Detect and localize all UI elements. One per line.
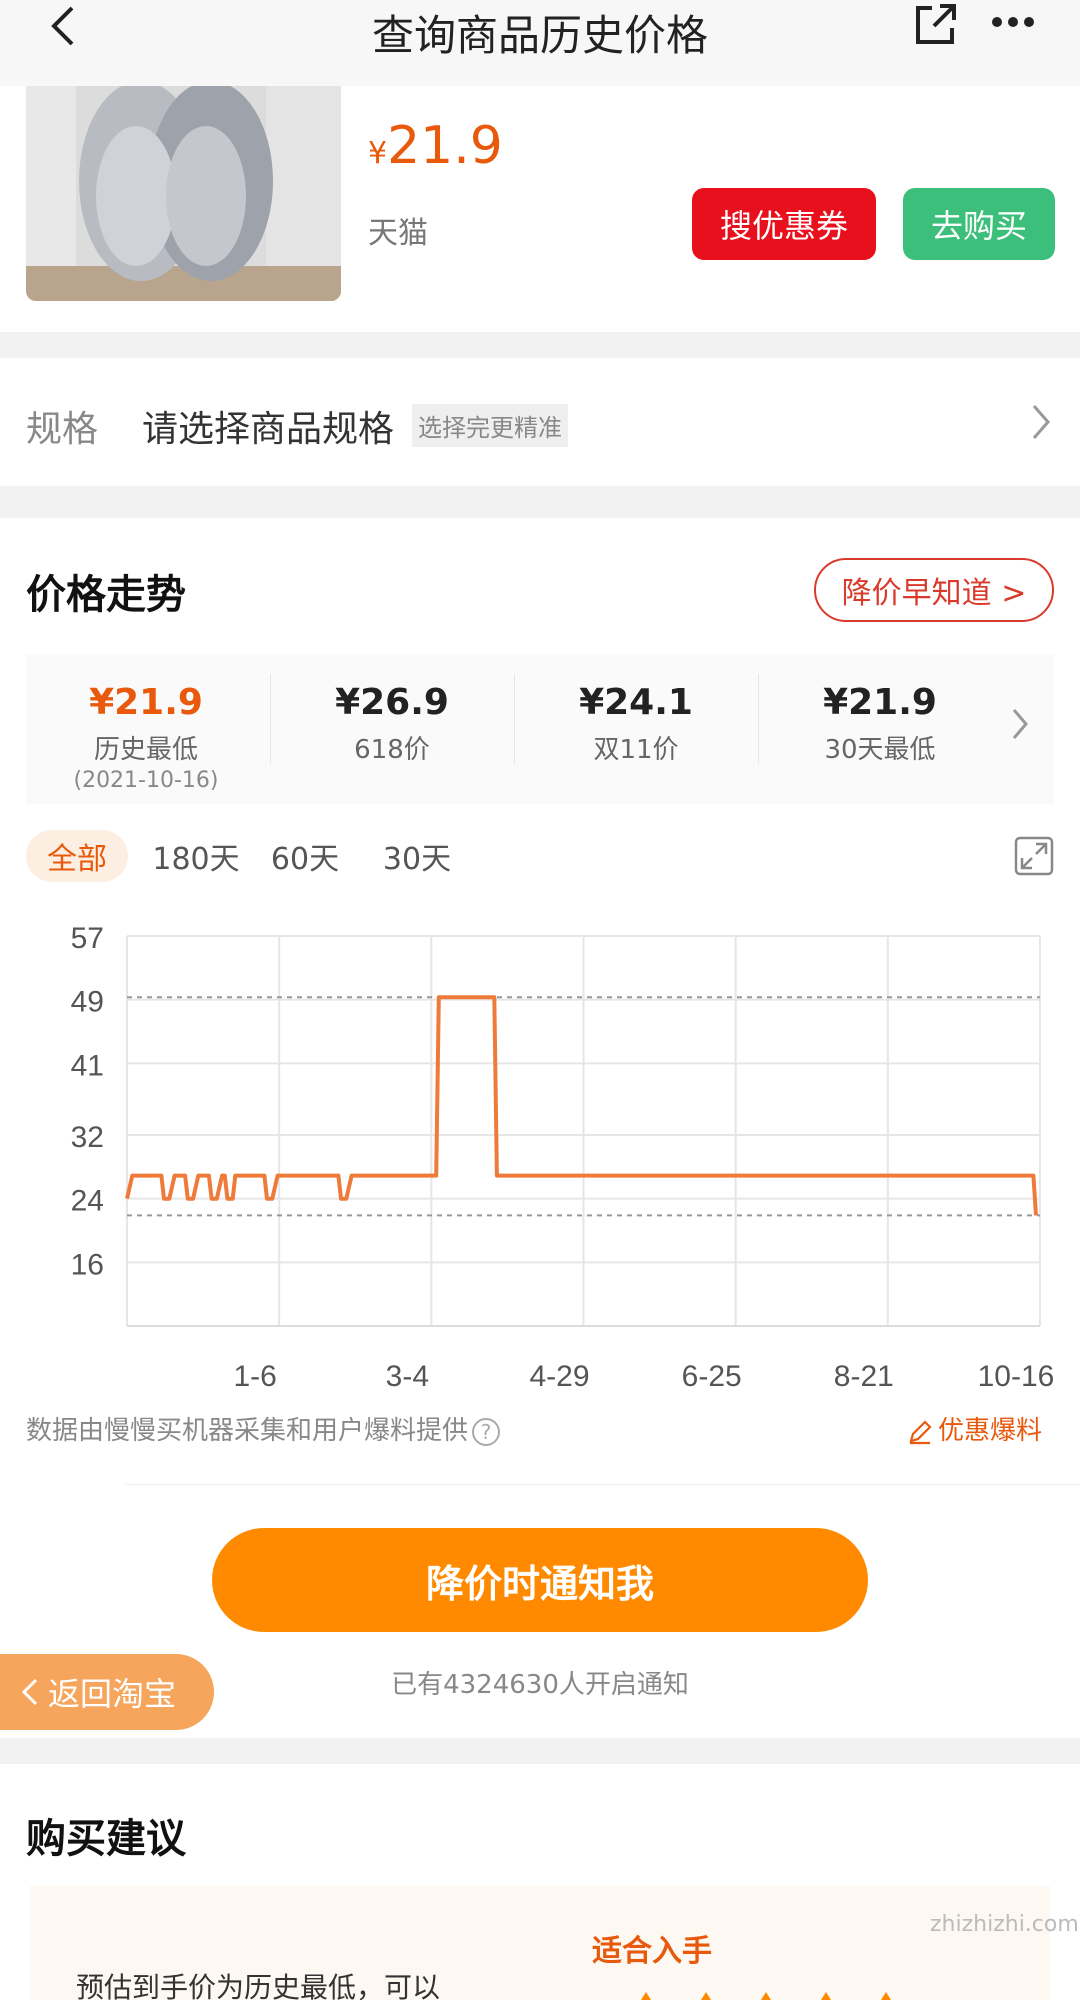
product-image[interactable] [26, 86, 341, 301]
stat-30day-low: ¥21.9 30天最低 [760, 654, 1000, 804]
top-nav-bar: 查询商品历史价格 [0, 0, 1080, 86]
buy-button[interactable]: 去购买 [903, 188, 1055, 260]
divider [126, 1484, 1080, 1485]
x-tick-label: 6-25 [682, 1360, 742, 1393]
stat-price: ¥21.9 [823, 682, 937, 723]
divider [514, 674, 515, 764]
stat-double11: ¥24.1 双11价 [516, 654, 756, 804]
watermark: zhizhizhi.com [930, 1912, 1079, 1937]
stat-lowest: ¥21.9 历史最低 (2021-10-16) [26, 654, 266, 804]
trend-title: 价格走势 [26, 572, 186, 618]
x-tick-label: 4-29 [529, 1360, 589, 1393]
pencil-icon [909, 1419, 932, 1444]
back-to-taobao-label: 返回淘宝 [48, 1675, 177, 1713]
purchase-advice-section: 购买建议 预估到手价为历史最低，可以 适合入手 [0, 1764, 1080, 2000]
report-deal-link[interactable]: 优惠爆料 [906, 1410, 1042, 1447]
stat-price: ¥26.9 [335, 682, 449, 723]
chevron-right-icon [1032, 405, 1050, 439]
y-tick-label: 16 [71, 1248, 104, 1281]
share-icon[interactable] [912, 2, 958, 48]
advice-card: 预估到手价为历史最低，可以 适合入手 [30, 1886, 1050, 2000]
rating-stars [641, 1992, 891, 2000]
y-tick-label: 41 [71, 1049, 104, 1082]
tab-60-days[interactable]: 60天 [260, 830, 350, 882]
stat-price: ¥21.9 [89, 682, 203, 723]
product-card: ¥21.9 天猫 搜优惠券 去购买 [0, 86, 1080, 332]
more-icon[interactable] [990, 10, 1036, 34]
x-tick-label: 10-16 [978, 1360, 1055, 1393]
stat-label: 历史最低 [93, 735, 198, 765]
x-tick-label: 3-4 [386, 1360, 429, 1393]
notify-price-drop-button[interactable]: 降价时通知我 [212, 1528, 868, 1632]
x-tick-label: 1-6 [233, 1360, 276, 1393]
price-history-page: 查询商品历史价格 ¥21.9 天猫 搜优惠券 去购买 规格 请选择商品规格 选择… [0, 0, 1080, 2000]
advice-tag: 适合入手 [592, 1934, 712, 1969]
price-trend-section: 价格走势 降价早知道 > ¥21.9 历史最低 (2021-10-16) ¥26… [0, 518, 1080, 1738]
help-icon[interactable]: ? [472, 1417, 501, 1446]
chevron-right-icon [1012, 709, 1028, 739]
spec-label: 规格 [26, 409, 99, 450]
tab-180-days[interactable]: 180天 [146, 830, 246, 882]
stat-label: 双11价 [593, 735, 679, 765]
divider [758, 674, 759, 764]
platform-label: 天猫 [368, 216, 428, 251]
advice-text: 预估到手价为历史最低，可以 [76, 1971, 441, 2000]
advice-title: 购买建议 [26, 1816, 186, 1862]
y-tick-label: 57 [71, 922, 104, 955]
tab-30-days[interactable]: 30天 [372, 830, 462, 882]
price-line [125, 995, 1038, 1216]
stat-price: ¥24.1 [579, 682, 693, 723]
spec-hint: 选择完更精准 [412, 404, 568, 447]
stat-618: ¥26.9 618价 [272, 654, 512, 804]
spec-selector[interactable]: 规格 请选择商品规格 选择完更精准 [0, 358, 1080, 486]
current-price: ¥21.9 [368, 116, 503, 176]
y-tick-label: 24 [71, 1185, 104, 1218]
y-tick-label: 49 [71, 986, 104, 1019]
tab-all[interactable]: 全部 [26, 830, 128, 882]
fullscreen-icon[interactable] [1014, 836, 1054, 876]
stat-date: (2021-10-16) [73, 768, 219, 793]
back-to-taobao-button[interactable]: 返回淘宝 [0, 1654, 214, 1730]
price-stats[interactable]: ¥21.9 历史最低 (2021-10-16) ¥26.9 618价 ¥24.1… [26, 654, 1054, 804]
spec-value: 请选择商品规格 [142, 409, 395, 450]
stat-label: 618价 [354, 735, 430, 765]
y-tick-label: 32 [71, 1121, 104, 1154]
stat-label: 30天最低 [824, 735, 936, 765]
data-source-note: 数据由慢慢买机器采集和用户爆料提供? [26, 1410, 501, 1447]
x-tick-label: 8-21 [834, 1360, 894, 1393]
search-coupon-button[interactable]: 搜优惠券 [692, 188, 876, 260]
price-alert-link[interactable]: 降价早知道 > [814, 558, 1054, 622]
chevron-left-icon [21, 1678, 38, 1706]
divider [270, 674, 271, 764]
